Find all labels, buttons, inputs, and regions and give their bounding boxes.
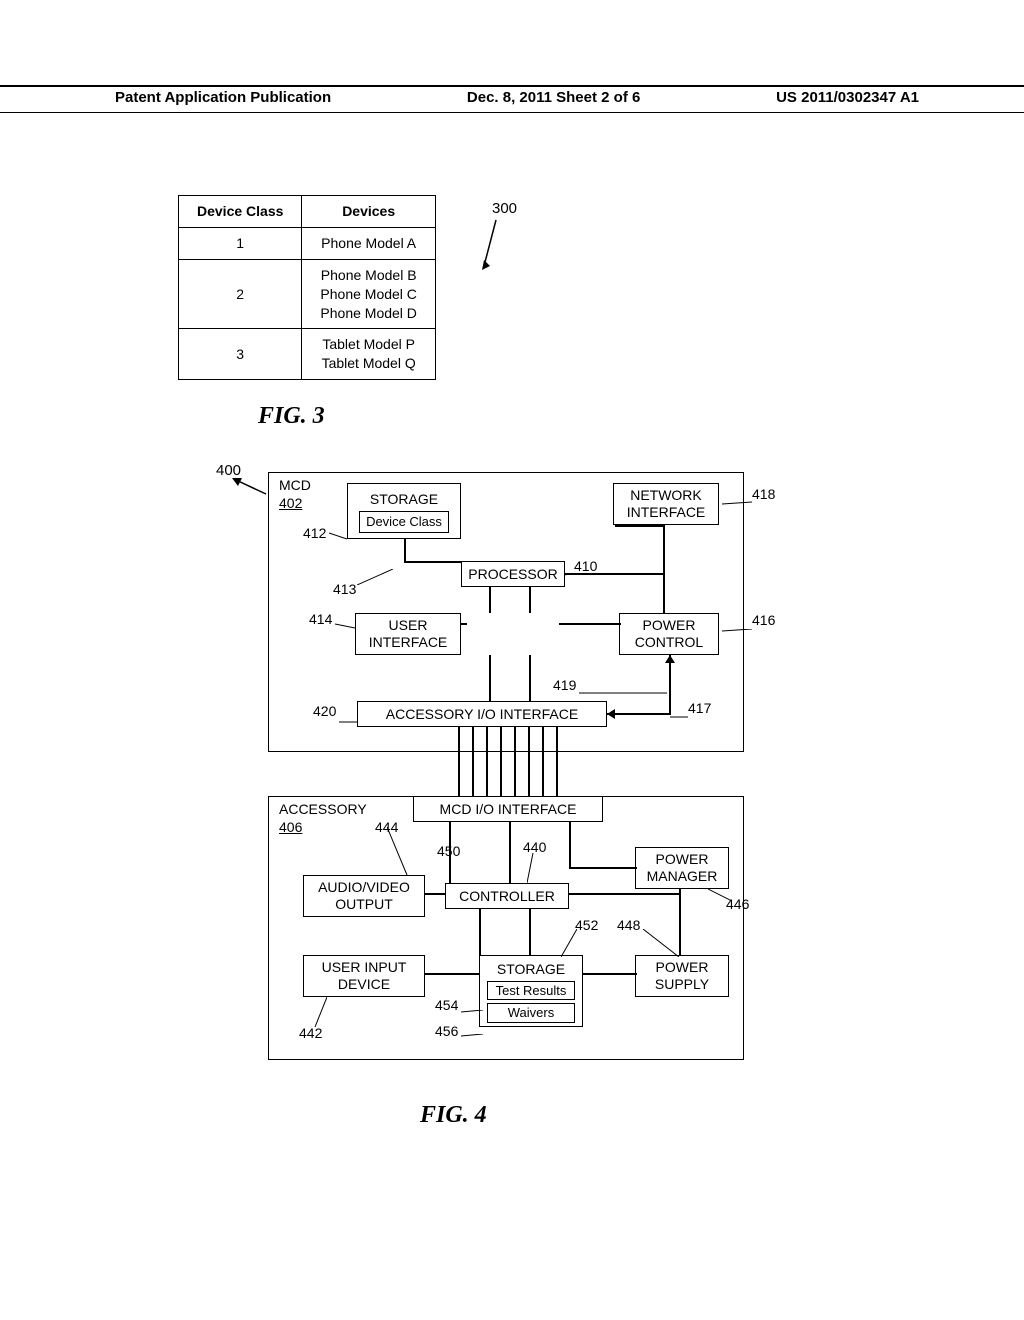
ref-416: 416 (752, 612, 775, 628)
storage-label: STORAGE (370, 491, 438, 508)
ref-448: 448 (617, 917, 640, 933)
ref-420: 420 (313, 703, 336, 719)
fig4-wrap: MCD 402 STORAGE Device Class NETWORK INT… (268, 472, 744, 1060)
network-interface-box: NETWORK INTERFACE (613, 483, 719, 525)
accessory-label: ACCESSORY (279, 801, 367, 817)
ref-442: 442 (299, 1025, 322, 1041)
ref-410: 410 (574, 558, 597, 574)
processor-box: PROCESSOR (461, 561, 565, 587)
cell-devices-1: Phone Model A (302, 227, 436, 259)
device-class-inner: Device Class (359, 511, 449, 533)
th-devices: Devices (302, 196, 436, 228)
th-device-class: Device Class (179, 196, 302, 228)
ref-417: 417 (688, 700, 711, 716)
ref-418: 418 (752, 486, 775, 502)
mcd-refnum: 402 (279, 495, 302, 511)
ref-412: 412 (303, 525, 326, 541)
cell-class-2: 2 (179, 259, 302, 329)
accessory-refnum: 406 (279, 819, 302, 835)
header-right: US 2011/0302347 A1 (776, 89, 919, 106)
ref-454: 454 (435, 997, 458, 1013)
cell-class-3: 3 (179, 329, 302, 380)
ref-300: 300 (492, 200, 517, 217)
accessory-io-box: ACCESSORY I/O INTERFACE (357, 701, 607, 727)
device-class-table: Device Class Devices 1 Phone Model A 2 P… (178, 195, 436, 380)
power-manager-box: POWER MANAGER (635, 847, 729, 889)
mcd-io-interface-box: MCD I/O INTERFACE (413, 796, 603, 822)
fig4-caption: FIG. 4 (420, 1102, 487, 1129)
ref-400-lead (232, 478, 268, 496)
mcd-label: MCD (279, 477, 311, 493)
fig3-caption: FIG. 3 (258, 403, 325, 430)
ref-450: 450 (437, 843, 460, 859)
user-interface-box: USER INTERFACE (355, 613, 461, 655)
ref-413: 413 (333, 581, 356, 597)
header-center: Dec. 8, 2011 Sheet 2 of 6 (467, 89, 640, 106)
cell-devices-3: Tablet Model P Tablet Model Q (302, 329, 436, 380)
test-results-inner: Test Results (487, 981, 575, 1001)
ref-456: 456 (435, 1023, 458, 1039)
power-control-box: POWER CONTROL (619, 613, 719, 655)
fig3-table-wrap: Device Class Devices 1 Phone Model A 2 P… (178, 195, 436, 380)
ref-452: 452 (575, 917, 598, 933)
accessory-storage-box: STORAGE Test Results Waivers (479, 955, 583, 1027)
connector-wires (458, 752, 556, 796)
acc-storage-label: STORAGE (497, 961, 565, 978)
ref-414: 414 (309, 611, 332, 627)
user-input-device-box: USER INPUT DEVICE (303, 955, 425, 997)
ref-400: 400 (216, 462, 241, 479)
cell-class-1: 1 (179, 227, 302, 259)
av-output-box: AUDIO/VIDEO OUTPUT (303, 875, 425, 917)
power-supply-box: POWER SUPPLY (635, 955, 729, 997)
cell-devices-2: Phone Model B Phone Model C Phone Model … (302, 259, 436, 329)
page-header: Patent Application Publication Dec. 8, 2… (0, 85, 1024, 113)
waivers-inner: Waivers (487, 1003, 575, 1023)
controller-box: CONTROLLER (445, 883, 569, 909)
header-left: Patent Application Publication (115, 89, 331, 106)
ref-419: 419 (553, 677, 576, 693)
ref-300-lead (482, 218, 504, 270)
storage-box: STORAGE Device Class (347, 483, 461, 539)
accessory-box: ACCESSORY 406 MCD I/O INTERFACE AUDIO/VI… (268, 796, 744, 1060)
